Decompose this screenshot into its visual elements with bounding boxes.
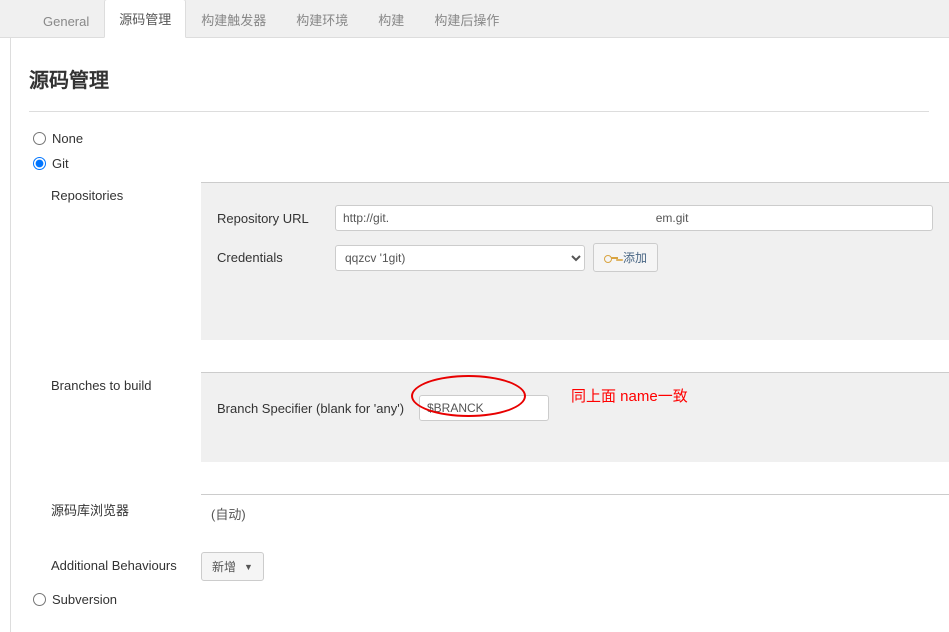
- key-icon: [604, 254, 618, 262]
- radio-svn-label: Subversion: [52, 592, 117, 607]
- caret-down-icon: ▼: [244, 562, 253, 572]
- page-body: 源码管理 None Git Repositories Repository UR…: [10, 38, 949, 632]
- tab-triggers[interactable]: 构建触发器: [186, 0, 281, 38]
- add-behaviour-label: 新增: [212, 558, 236, 575]
- branches-panel: Branch Specifier (blank for 'any') 同上面 n…: [201, 372, 949, 462]
- repositories-panel: Repository URL Credentials qqzcv '1git) …: [201, 182, 949, 340]
- branch-spec-label: Branch Specifier (blank for 'any'): [217, 401, 419, 416]
- browser-row: 源码库浏览器 (自动): [51, 488, 949, 538]
- git-config-block: Repositories Repository URL Credentials …: [51, 176, 949, 587]
- credentials-select[interactable]: qqzcv '1git): [335, 245, 585, 271]
- radio-none[interactable]: [33, 132, 46, 145]
- section-title: 源码管理: [29, 38, 929, 112]
- tab-build[interactable]: 构建: [363, 0, 419, 38]
- browser-select[interactable]: (自动): [201, 494, 949, 532]
- config-tabs: General 源码管理 构建触发器 构建环境 构建 构建后操作: [0, 0, 949, 38]
- scm-option-none[interactable]: None: [29, 126, 949, 151]
- browser-label: 源码库浏览器: [51, 494, 201, 519]
- repo-url-input[interactable]: [335, 205, 933, 231]
- add-behaviour-button[interactable]: 新增 ▼: [201, 552, 264, 581]
- branches-row: Branches to build Branch Specifier (blan…: [51, 366, 949, 468]
- scm-option-git[interactable]: Git: [29, 151, 949, 176]
- tab-scm[interactable]: 源码管理: [104, 0, 186, 38]
- add-credentials-button[interactable]: 添加: [593, 243, 658, 272]
- radio-git[interactable]: [33, 157, 46, 170]
- radio-none-label: None: [52, 131, 83, 146]
- branches-label: Branches to build: [51, 372, 201, 393]
- tab-env[interactable]: 构建环境: [281, 0, 363, 38]
- radio-git-label: Git: [52, 156, 69, 171]
- behaviours-label: Additional Behaviours: [51, 552, 201, 573]
- tab-general[interactable]: General: [28, 4, 104, 38]
- repositories-row: Repositories Repository URL Credentials …: [51, 176, 949, 346]
- tab-post[interactable]: 构建后操作: [419, 0, 514, 38]
- radio-svn[interactable]: [33, 593, 46, 606]
- credentials-label: Credentials: [217, 250, 335, 265]
- behaviours-row: Additional Behaviours 新增 ▼: [51, 546, 949, 587]
- scm-option-svn[interactable]: Subversion: [29, 587, 949, 612]
- add-credentials-label: 添加: [623, 249, 647, 266]
- repo-url-label: Repository URL: [217, 211, 335, 226]
- repositories-label: Repositories: [51, 182, 201, 203]
- branch-spec-input[interactable]: [419, 395, 549, 421]
